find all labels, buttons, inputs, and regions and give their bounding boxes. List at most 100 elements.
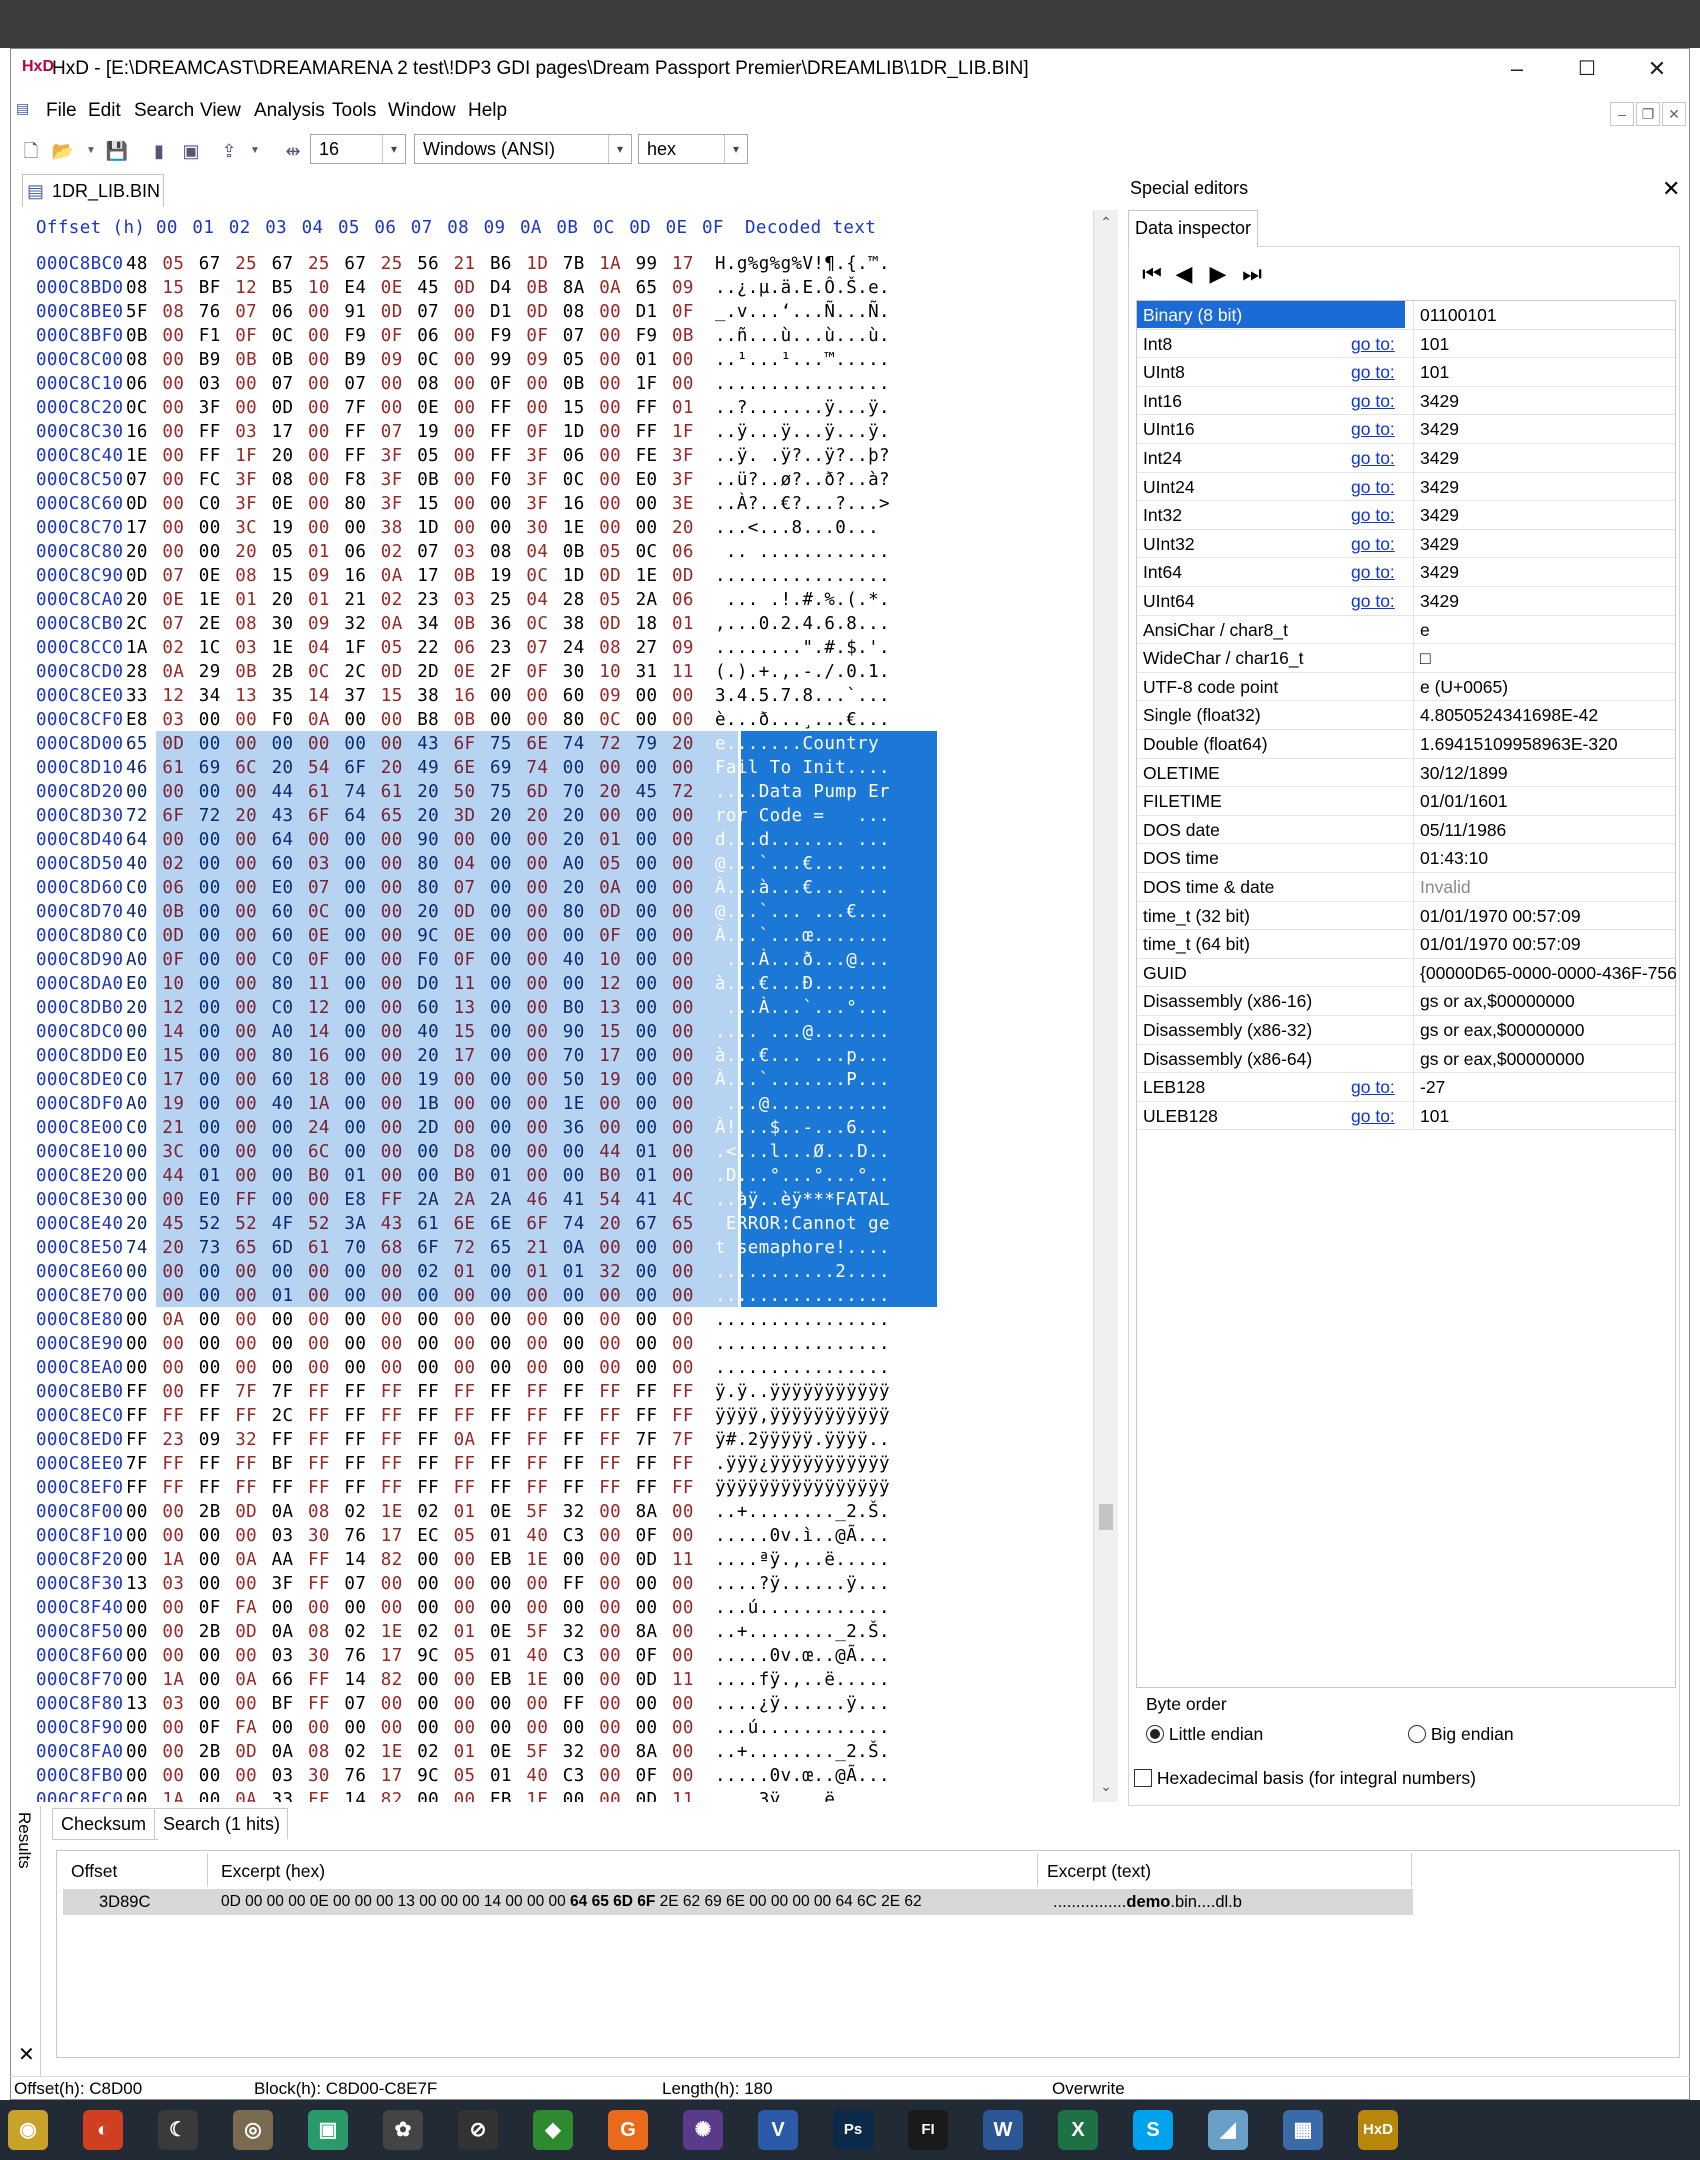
hex-byte[interactable]: 0F — [526, 422, 550, 442]
hex-byte[interactable]: 00 — [308, 494, 332, 514]
hex-byte[interactable]: 65 — [381, 806, 405, 826]
hex-row[interactable]: 000C8F70 00 1A 00 0A 66 FF 14 82 00 00 EB 1E 00 00 0D 11… — [30, 1670, 1090, 1694]
hex-byte[interactable]: 00 — [490, 1046, 514, 1066]
hex-byte[interactable]: 01 — [526, 1262, 550, 1282]
hex-byte[interactable]: 00 — [417, 1670, 441, 1690]
hex-byte[interactable]: 07 — [162, 614, 186, 634]
hex-byte[interactable]: 12 — [599, 974, 623, 994]
hex-byte[interactable]: 0B — [162, 902, 186, 922]
hex-byte[interactable]: 00 — [381, 998, 405, 1018]
hex-byte[interactable]: 00 — [599, 758, 623, 778]
hex-byte[interactable]: FF — [235, 1454, 259, 1474]
hex-byte[interactable]: 0D — [235, 1742, 259, 1762]
hex-byte[interactable]: 0A — [454, 1430, 478, 1450]
hex-byte[interactable]: 64 — [126, 830, 150, 850]
hex-byte[interactable]: 02 — [417, 1262, 441, 1282]
hex-byte[interactable]: 2F — [490, 662, 514, 682]
hex-byte[interactable]: BF — [272, 1694, 296, 1714]
hex-byte[interactable]: B0 — [599, 1166, 623, 1186]
hex-row[interactable]: 000C8E10 00 3C 00 00 00 6C 00 00 00 D8 00 00 00 44 01 00… — [30, 1142, 1090, 1166]
inspector-value[interactable]: 101 — [1413, 329, 1676, 358]
inspector-value[interactable]: e (U+0065) — [1413, 672, 1676, 701]
hex-byte[interactable]: 10 — [308, 278, 332, 298]
hex-byte[interactable]: FF — [308, 1670, 332, 1690]
hex-byte[interactable]: 15 — [454, 1022, 478, 1042]
hex-byte[interactable]: 0A — [308, 710, 332, 730]
hex-byte[interactable]: 00 — [235, 1142, 259, 1162]
hex-byte[interactable]: F8 — [344, 470, 368, 490]
hex-row[interactable]: 000C8CE0 33 12 34 13 35 14 37 15 38 16 00 00 60 09 00 00… — [30, 686, 1090, 710]
inspector-value[interactable]: gs or ax,$00000000 — [1413, 987, 1676, 1016]
hex-byte[interactable]: 12 — [162, 998, 186, 1018]
hex-byte[interactable]: 00 — [490, 686, 514, 706]
hex-byte[interactable]: 00 — [272, 1190, 296, 1210]
hex-byte[interactable]: 69 — [490, 758, 514, 778]
hex-byte[interactable]: FF — [490, 446, 514, 466]
hex-byte[interactable]: 09 — [308, 614, 332, 634]
decoded-text[interactable]: @...`...€... ... — [715, 854, 890, 874]
hex-byte[interactable]: FF — [563, 1406, 587, 1426]
hex-byte[interactable]: 00 — [672, 1142, 696, 1162]
hex-byte[interactable]: 07 — [563, 326, 587, 346]
decoded-text[interactable]: .....0v.œ..@Ã... — [715, 1646, 890, 1666]
hex-byte[interactable]: 2A — [454, 1190, 478, 1210]
excel-icon[interactable]: X — [1058, 2110, 1098, 2150]
hex-byte[interactable]: 00 — [672, 806, 696, 826]
hex-byte[interactable]: 07 — [308, 878, 332, 898]
hex-byte[interactable]: 05 — [599, 590, 623, 610]
hex-byte[interactable]: 0B — [417, 470, 441, 490]
hex-byte[interactable]: 00 — [454, 1598, 478, 1618]
hex-byte[interactable]: 00 — [162, 1598, 186, 1618]
hex-byte[interactable]: 00 — [162, 1190, 186, 1210]
hex-byte[interactable]: 00 — [126, 1358, 150, 1378]
hex-byte[interactable]: 00 — [490, 998, 514, 1018]
hex-byte[interactable]: FF — [308, 1430, 332, 1450]
hex-byte[interactable]: 0A — [381, 566, 405, 586]
app-icon-17[interactable]: ◢ — [1208, 2110, 1248, 2150]
decoded-text[interactable]: ... .!.#.%.(.*. — [715, 590, 890, 610]
hex-byte[interactable]: 00 — [672, 758, 696, 778]
app-icon-4[interactable]: ◎ — [233, 2110, 273, 2150]
hex-byte[interactable]: 72 — [199, 806, 223, 826]
inspector-value[interactable]: 01/01/1970 00:57:09 — [1413, 901, 1676, 930]
hex-byte[interactable]: 00 — [308, 1334, 332, 1354]
hex-byte[interactable]: FC — [199, 470, 223, 490]
hex-byte[interactable]: FA — [235, 1718, 259, 1738]
hex-byte[interactable]: 0D — [381, 662, 405, 682]
hex-byte[interactable]: 02 — [344, 1622, 368, 1642]
hex-byte[interactable]: 03 — [162, 1694, 186, 1714]
mdi-close-button[interactable]: ✕ — [1662, 102, 1686, 126]
hex-byte[interactable]: 0D — [636, 1550, 660, 1570]
hex-byte[interactable]: 00 — [235, 974, 259, 994]
hex-byte[interactable]: 74 — [126, 1238, 150, 1258]
hex-byte[interactable]: 00 — [490, 1334, 514, 1354]
hex-byte[interactable]: 2B — [199, 1502, 223, 1522]
decoded-text[interactable]: À...`...œ....... — [715, 926, 890, 946]
hex-byte[interactable]: FF — [344, 446, 368, 466]
hex-byte[interactable]: 00 — [526, 902, 550, 922]
inspector-value[interactable]: 101 — [1413, 1101, 1676, 1130]
hex-byte[interactable]: 00 — [599, 1334, 623, 1354]
hex-byte[interactable]: B8 — [417, 710, 441, 730]
hex-byte[interactable]: 00 — [454, 1358, 478, 1378]
hex-byte[interactable]: 7B — [563, 254, 587, 274]
hex-byte[interactable]: 00 — [672, 902, 696, 922]
hex-byte[interactable]: 40 — [126, 902, 150, 922]
hex-byte[interactable]: 00 — [636, 830, 660, 850]
hex-row[interactable]: 000C8DD0 E0 15 00 00 80 16 00 00 20 17 00 00 70 17 00 00… — [30, 1046, 1090, 1070]
hex-byte[interactable]: 00 — [162, 422, 186, 442]
hex-byte[interactable]: FF — [417, 1478, 441, 1498]
hex-row[interactable]: 000C8DB0 20 12 00 00 C0 12 00 00 60 13 00 00 B0 13 00 00… — [30, 998, 1090, 1022]
hex-byte[interactable]: 30 — [308, 1526, 332, 1546]
hex-byte[interactable]: FF — [599, 1406, 623, 1426]
hex-byte[interactable]: 00 — [563, 1286, 587, 1306]
hex-byte[interactable]: 65 — [636, 278, 660, 298]
decoded-text[interactable]: d...d....... ... — [715, 830, 890, 850]
hex-byte[interactable]: 07 — [344, 1694, 368, 1714]
hex-byte[interactable]: 00 — [199, 974, 223, 994]
hex-byte[interactable]: 3F — [381, 446, 405, 466]
hex-byte[interactable]: 00 — [199, 1142, 223, 1162]
hex-byte[interactable]: EB — [490, 1550, 514, 1570]
hex-byte[interactable]: 00 — [308, 374, 332, 394]
hex-byte[interactable]: 00 — [344, 998, 368, 1018]
